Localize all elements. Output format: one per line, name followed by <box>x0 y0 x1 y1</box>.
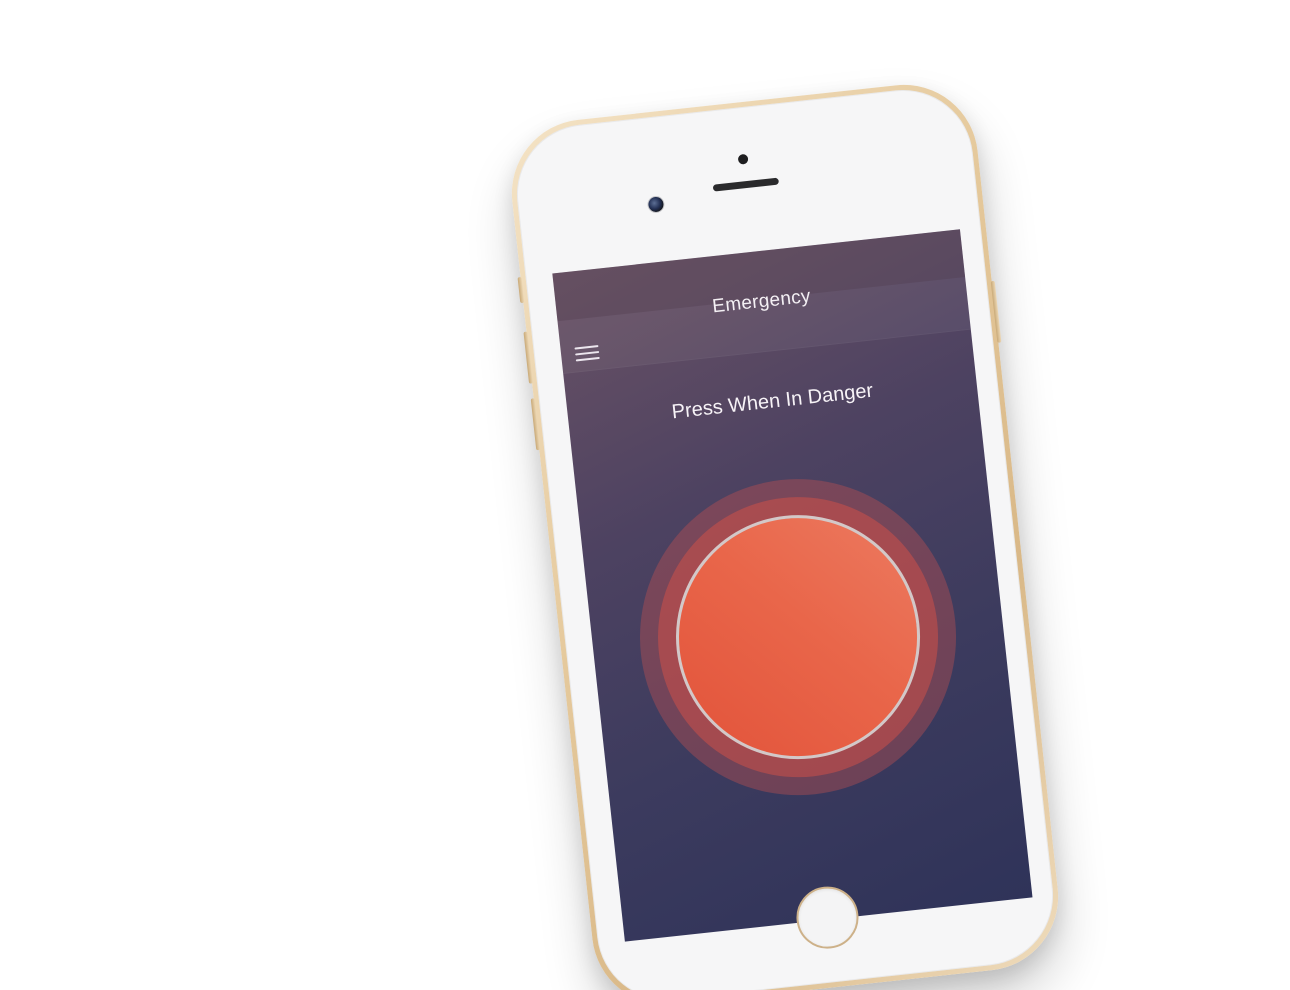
mute-switch <box>517 276 525 304</box>
navigation-bar: Emergency <box>552 229 971 374</box>
front-camera-icon <box>647 196 665 213</box>
phone-device: Emergency Press When In Danger <box>504 77 1066 990</box>
hamburger-menu-icon[interactable] <box>574 344 600 365</box>
alarm-button-group <box>623 462 973 812</box>
app-screen: Emergency Press When In Danger <box>552 229 1033 942</box>
earpiece-speaker <box>712 177 780 192</box>
menu-line <box>575 350 600 356</box>
phone-face: Emergency Press When In Danger <box>509 82 1061 990</box>
mockup-stage: Emergency Press When In Danger <box>0 0 1290 990</box>
danger-prompt: Press When In Danger <box>670 379 875 424</box>
menu-line <box>575 356 600 362</box>
menu-line <box>574 344 599 350</box>
proximity-sensor <box>737 153 749 165</box>
